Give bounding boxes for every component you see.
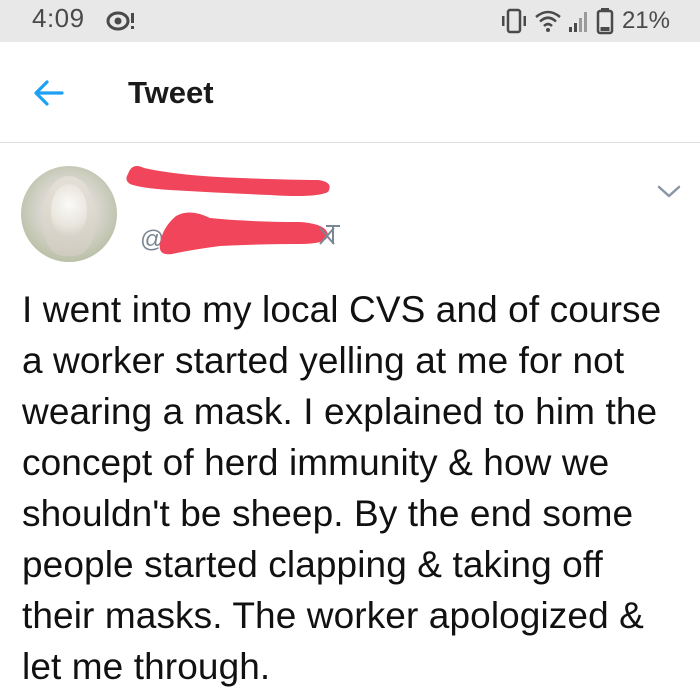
vibrate-icon [501, 8, 526, 34]
wifi-icon [535, 10, 561, 32]
redacted-display-name[interactable] [120, 158, 340, 208]
notification-icon [106, 11, 134, 31]
status-icons: 21% [500, 5, 670, 37]
battery-icon [596, 8, 614, 35]
avatar-face [51, 184, 87, 236]
page-title: Tweet [128, 75, 214, 110]
status-bar: 4:09 21% [0, 0, 700, 42]
back-arrow-icon[interactable] [32, 76, 66, 110]
tweet-text: I went into my local CVS and of course a… [22, 289, 662, 687]
chevron-down-icon[interactable] [656, 184, 682, 200]
battery-percentage: 21% [621, 7, 670, 34]
signal-icon [568, 12, 587, 32]
avatar[interactable] [21, 166, 117, 262]
redacted-handle[interactable] [150, 206, 350, 264]
top-app-bar: Tweet [0, 42, 700, 143]
handle-prefix: @ [140, 226, 165, 253]
status-time: 4:09 [32, 3, 85, 33]
